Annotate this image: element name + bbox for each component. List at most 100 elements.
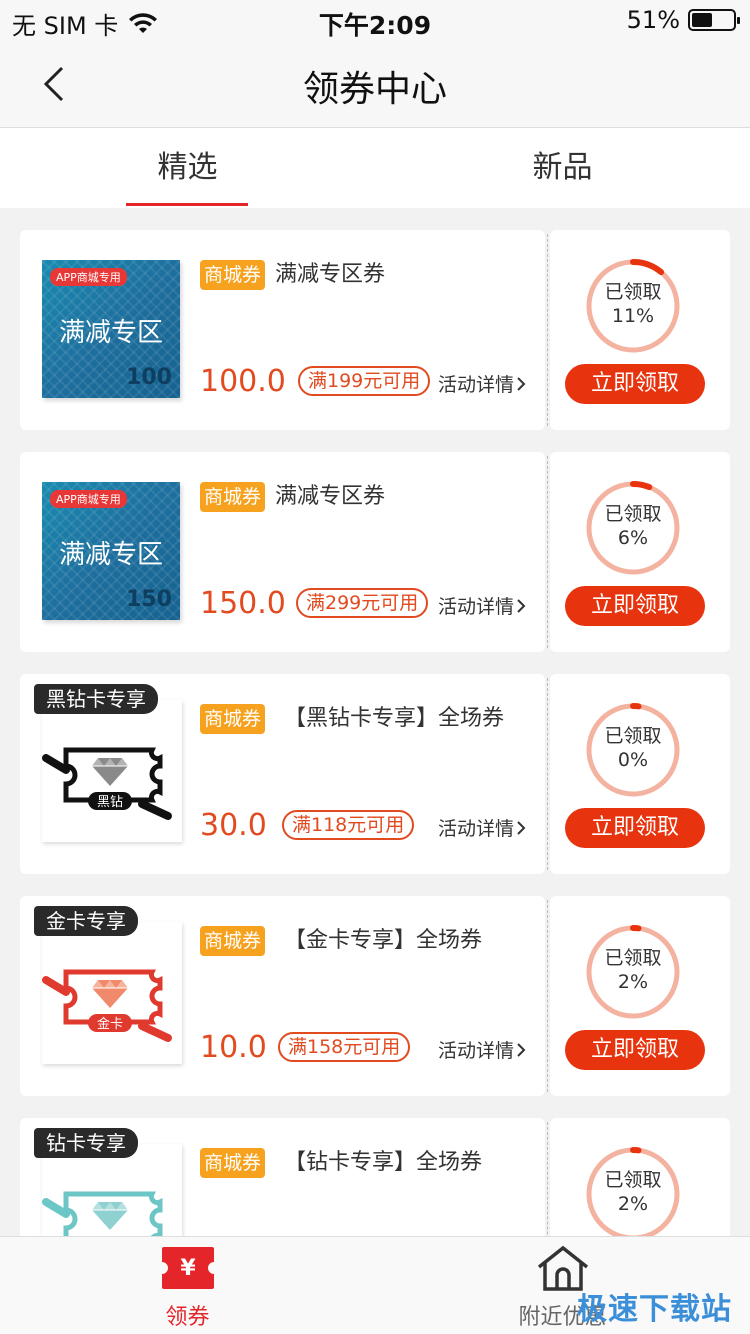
banner-title: 满减专区 xyxy=(58,540,163,570)
coupon-title: 满减专区券 xyxy=(275,262,386,287)
mall-coupon-tag: 商城券 xyxy=(200,1148,266,1178)
claim-button[interactable]: 立即领取 xyxy=(565,1030,705,1070)
card-stripe xyxy=(42,754,70,774)
coupon-action: 已领取 6% 立即领取 xyxy=(550,452,730,652)
tab-coupons[interactable]: ¥ 领券 xyxy=(0,1237,375,1334)
coupon-amount: 30.0 xyxy=(200,808,267,843)
coupon-card: APP商城专用 满减专区 100 商城券 满减专区券 100.0 满199元可用… xyxy=(20,230,730,430)
tab-new[interactable]: 新品 xyxy=(375,128,750,208)
coupon-divider xyxy=(547,1122,548,1236)
card-stripe xyxy=(42,976,70,996)
activity-detail-link[interactable]: 活动详情 xyxy=(438,814,526,841)
coupon-image: APP商城专用 满减专区 150 xyxy=(42,482,180,620)
coupon-divider xyxy=(547,900,548,1092)
chevron-right-icon xyxy=(517,820,526,835)
card-stripe xyxy=(138,800,172,820)
coupon-title: 【钻卡专享】全场券 xyxy=(284,1150,483,1175)
banner-number: 100 xyxy=(126,365,172,390)
coupon-card: 钻卡专享 钻卡 商城券 【钻卡专享】全场券 已领取 2% xyxy=(20,1118,730,1236)
coupon-action: 已领取 2% xyxy=(550,1118,730,1236)
coupon-action: 已领取 11% 立即领取 xyxy=(550,230,730,430)
coupon-condition: 满199元可用 xyxy=(298,366,431,396)
card-stripe xyxy=(138,1022,172,1042)
coupon-info[interactable]: APP商城专用 满减专区 100 商城券 满减专区券 100.0 满199元可用… xyxy=(20,230,545,430)
black-diamond-card-icon: 黑钻 xyxy=(42,747,172,820)
coupon-card: APP商城专用 满减专区 150 商城券 满减专区券 150.0 满299元可用… xyxy=(20,452,730,652)
coupon-card: 黑钻卡专享 黑钻 商城券 【黑钻卡专享】全场券 30.0 满118元可用 活动详… xyxy=(20,674,730,874)
card-stripe xyxy=(42,1198,70,1218)
coupon-action: 已领取 0% 立即领取 xyxy=(550,674,730,874)
tab-coupons-label: 领券 xyxy=(165,1305,210,1330)
card-label: 金卡 xyxy=(97,1016,123,1032)
claim-button[interactable]: 立即领取 xyxy=(565,586,705,626)
banner-tag: APP商城专用 xyxy=(50,490,127,508)
claimed-label: 已领取 xyxy=(604,503,662,525)
claimed-percent: 11% xyxy=(611,305,655,327)
claimed-label: 已领取 xyxy=(604,281,662,303)
coupon-title: 【金卡专享】全场券 xyxy=(284,928,483,953)
banner-title: 满减专区 xyxy=(58,318,163,348)
battery-percent: 51% xyxy=(626,6,680,34)
activity-detail-label: 活动详情 xyxy=(438,1040,515,1062)
mall-coupon-tag: 商城券 xyxy=(200,260,266,290)
tab-featured[interactable]: 精选 xyxy=(0,128,375,208)
coupon-icon: ¥ xyxy=(162,1247,214,1289)
chevron-right-icon xyxy=(517,1042,526,1057)
chevron-right-icon xyxy=(517,598,526,613)
claimed-label: 已领取 xyxy=(604,725,662,747)
mall-coupon-tag: 商城券 xyxy=(200,926,266,956)
activity-detail-link[interactable]: 活动详情 xyxy=(438,592,526,619)
coupon-condition: 满118元可用 xyxy=(282,810,415,840)
chevron-right-icon xyxy=(517,376,526,391)
claim-button[interactable]: 立即领取 xyxy=(565,808,705,848)
banner-number: 150 xyxy=(126,587,172,612)
coupon-action: 已领取 2% 立即领取 xyxy=(550,896,730,1096)
claim-progress-text: 已领取 6% xyxy=(585,502,681,550)
banner-tag: APP商城专用 xyxy=(50,268,127,286)
battery-level xyxy=(692,13,713,27)
mall-coupon-tag: 商城券 xyxy=(200,704,266,734)
coupon-card: 金卡专享 金卡 商城券 【金卡专享】全场券 10.0 满158元可用 活动详情 … xyxy=(20,896,730,1096)
claim-progress-text: 已领取 2% xyxy=(585,1168,681,1216)
claimed-percent: 6% xyxy=(617,527,649,549)
coupon-condition: 满158元可用 xyxy=(278,1032,411,1062)
coupon-title: 满减专区券 xyxy=(275,484,386,509)
claim-button[interactable]: 立即领取 xyxy=(565,364,705,404)
claimed-percent: 2% xyxy=(617,1193,649,1215)
claim-progress-text: 已领取 2% xyxy=(585,946,681,994)
activity-detail-link[interactable]: 活动详情 xyxy=(438,370,526,397)
vip-exclusive-tag: 黑钻卡专享 xyxy=(34,684,158,714)
coupon-image: APP商城专用 满减专区 100 xyxy=(42,260,180,398)
mall-coupon-tag: 商城券 xyxy=(200,482,266,512)
svg-text:¥: ¥ xyxy=(180,1256,196,1281)
page-title: 领券中心 xyxy=(302,69,447,110)
coupon-divider xyxy=(547,234,548,426)
card-label: 黑钻 xyxy=(97,795,123,810)
coupon-amount: 10.0 xyxy=(200,1030,267,1065)
activity-detail-link[interactable]: 活动详情 xyxy=(438,1036,526,1063)
claimed-percent: 2% xyxy=(617,971,649,993)
status-right: 51% xyxy=(626,6,740,34)
coupon-info[interactable]: 钻卡专享 钻卡 商城券 【钻卡专享】全场券 xyxy=(20,1118,545,1236)
coupon-amount: 150.0 xyxy=(200,586,286,621)
activity-detail-label: 活动详情 xyxy=(438,374,515,396)
watermark-logo: 极速下载站 xyxy=(577,1292,732,1327)
coupon-amount: 100.0 xyxy=(200,364,286,399)
claimed-label: 已领取 xyxy=(604,1169,662,1191)
claimed-percent: 0% xyxy=(617,749,649,771)
coupon-info[interactable]: 黑钻卡专享 黑钻 商城券 【黑钻卡专享】全场券 30.0 满118元可用 活动详… xyxy=(20,674,545,874)
tab-bar-top: 精选 新品 xyxy=(0,128,750,208)
coupon-info[interactable]: 金卡专享 金卡 商城券 【金卡专享】全场券 10.0 满158元可用 活动详情 xyxy=(20,896,545,1096)
coupon-info[interactable]: APP商城专用 满减专区 150 商城券 满减专区券 150.0 满299元可用… xyxy=(20,452,545,652)
status-bar: 无 SIM 卡 下午2:09 51% xyxy=(0,0,750,40)
coupon-list[interactable]: APP商城专用 满减专区 100 商城券 满减专区券 100.0 满199元可用… xyxy=(0,208,750,1236)
coupon-divider xyxy=(547,678,548,870)
coupon-image: 黑钻 xyxy=(42,700,182,842)
claimed-label: 已领取 xyxy=(604,947,662,969)
activity-detail-label: 活动详情 xyxy=(438,596,515,618)
vip-exclusive-tag: 金卡专享 xyxy=(34,906,138,936)
coupon-banner: APP商城专用 满减专区 150 xyxy=(42,482,180,620)
coupon-condition: 满299元可用 xyxy=(296,588,429,618)
coupon-image: 金卡 xyxy=(42,922,182,1064)
activity-detail-label: 活动详情 xyxy=(438,818,515,840)
